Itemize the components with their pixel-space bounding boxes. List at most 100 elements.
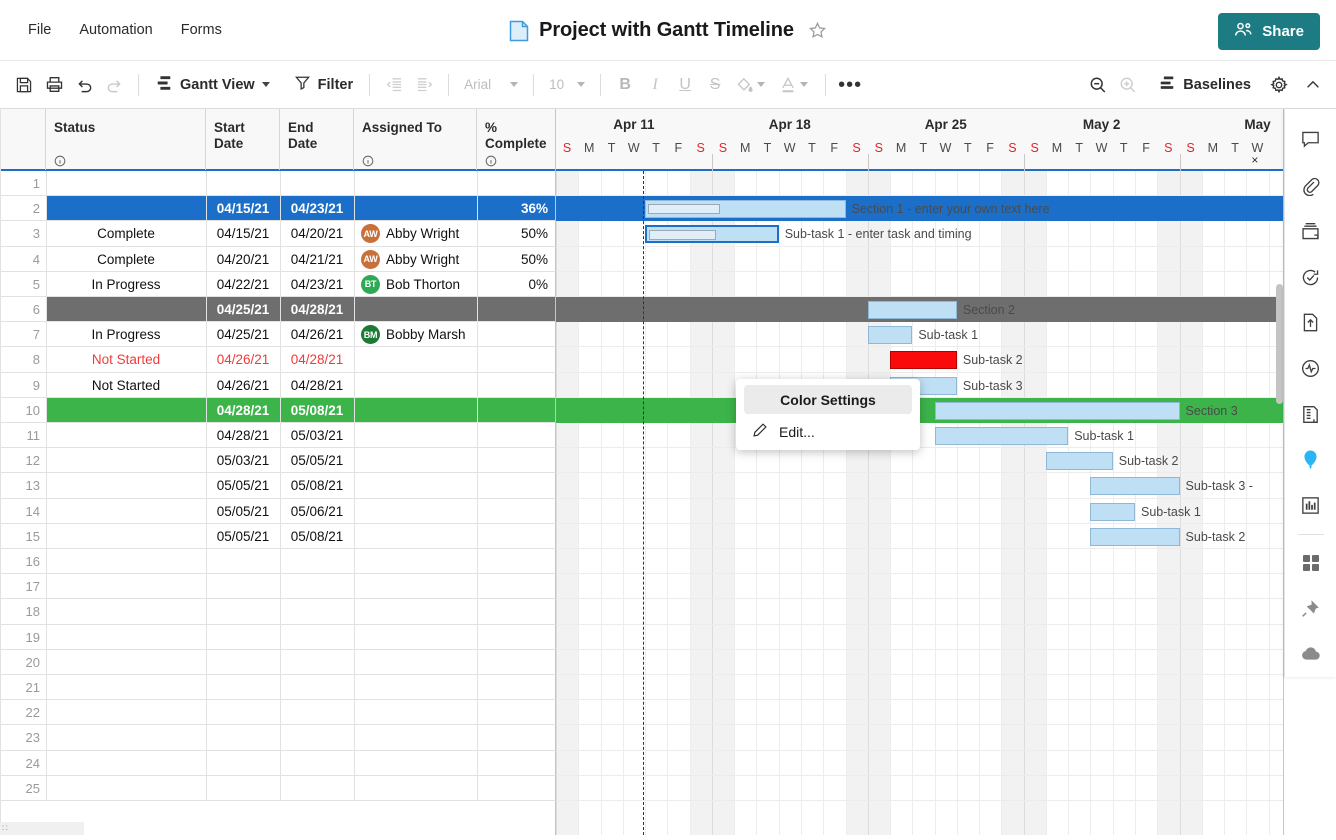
cell-start-date[interactable]: 04/28/21 — [206, 428, 280, 443]
row-number[interactable]: 3 — [0, 226, 46, 241]
update-requests-icon[interactable] — [1291, 258, 1331, 296]
cell-assigned-to[interactable]: BT Bob Thorton — [354, 274, 477, 294]
font-size-select[interactable]: 10 — [543, 77, 591, 92]
row-number[interactable]: 25 — [0, 781, 46, 796]
row-number[interactable]: 20 — [0, 655, 46, 670]
timeline-body[interactable]: Section 1 - enter your own text here Sub-… — [556, 171, 1284, 835]
cell-start-date[interactable]: 04/25/21 — [206, 327, 280, 342]
cell-start-date[interactable]: 05/03/21 — [206, 453, 280, 468]
row-number[interactable]: 9 — [0, 378, 46, 393]
cell-status[interactable]: Complete — [46, 252, 206, 267]
cell-start-date[interactable]: 04/25/21 — [206, 302, 280, 317]
gantt-task-bar[interactable] — [890, 351, 957, 370]
cell-start-date[interactable]: 05/05/21 — [206, 529, 280, 544]
cell-start-date[interactable]: 04/26/21 — [206, 378, 280, 393]
gear-icon[interactable] — [1264, 70, 1294, 100]
cell-status[interactable]: In Progress — [46, 327, 206, 342]
cell-end-date[interactable]: 04/21/21 — [280, 252, 354, 267]
grid-header-end-date[interactable]: End Date — [280, 109, 354, 170]
cell-end-date[interactable]: 04/23/21 — [280, 277, 354, 292]
gantt-task-bar[interactable] — [1090, 502, 1135, 521]
gantt-task-bar[interactable] — [934, 427, 1069, 445]
balloon-icon[interactable] — [1291, 441, 1331, 479]
row-number[interactable]: 14 — [0, 504, 46, 519]
cell-end-date[interactable]: 04/28/21 — [280, 378, 354, 393]
apps-icon[interactable] — [1291, 544, 1331, 582]
gantt-task-bar[interactable] — [1090, 477, 1180, 496]
row-number[interactable]: 5 — [0, 277, 46, 292]
color-settings-context-menu[interactable]: Color Settings Edit... — [736, 379, 920, 450]
cell-end-date[interactable]: 05/08/21 — [280, 529, 354, 544]
cell-start-date[interactable]: 04/15/21 — [206, 226, 280, 241]
row-number[interactable]: 24 — [0, 756, 46, 771]
cell-end-date[interactable]: 05/08/21 — [280, 478, 354, 493]
attachments-icon[interactable] — [1291, 167, 1331, 205]
grid-header-status[interactable]: Status — [46, 109, 206, 170]
gantt-section-bar[interactable] — [934, 401, 1180, 420]
menu-item-automation[interactable]: Automation — [65, 15, 166, 45]
row-number[interactable]: 17 — [0, 579, 46, 594]
cell-end-date[interactable]: 04/23/21 — [280, 201, 354, 216]
publish-icon[interactable] — [1291, 304, 1331, 342]
share-button[interactable]: Share — [1218, 13, 1320, 50]
cell-start-date[interactable]: 04/15/21 — [206, 201, 280, 216]
cell-end-date[interactable]: 04/20/21 — [280, 226, 354, 241]
gantt-task-bar[interactable] — [1090, 527, 1180, 546]
cell-assigned-to[interactable]: AW Abby Wright — [354, 249, 477, 269]
cell-status[interactable]: In Progress — [46, 277, 206, 292]
cell-end-date[interactable]: 05/06/21 — [280, 504, 354, 519]
gantt-task-bar[interactable] — [645, 225, 779, 244]
cell-end-date[interactable]: 05/05/21 — [280, 453, 354, 468]
gantt-timeline[interactable]: Apr 11 Apr 18 Apr 25 May 2 May SMTWTFSSMTWTF… — [556, 109, 1284, 835]
menu-item-forms[interactable]: Forms — [167, 15, 236, 45]
context-menu-item-edit[interactable]: Edit... — [736, 416, 920, 447]
chevron-up-icon[interactable] — [1298, 70, 1328, 100]
cell-pct-complete[interactable]: 50% — [477, 226, 555, 241]
cell-start-date[interactable]: 04/26/21 — [206, 352, 280, 367]
horizontal-scrollbar[interactable] — [0, 822, 84, 835]
cell-end-date[interactable]: 05/08/21 — [280, 403, 354, 418]
sheet-grid[interactable]: Status Start Date End Date Assigned To %… — [0, 109, 556, 835]
row-number[interactable]: 18 — [0, 604, 46, 619]
menu-item-file[interactable]: File — [14, 15, 65, 45]
comments-icon[interactable] — [1291, 121, 1331, 159]
row-number[interactable]: 22 — [0, 705, 46, 720]
cell-status[interactable]: Not Started — [46, 352, 206, 367]
resize-grip-icon[interactable]: ∷ — [2, 823, 8, 834]
font-family-select[interactable]: Arial — [458, 77, 524, 92]
row-number[interactable]: 6 — [0, 302, 46, 317]
row-number[interactable]: 19 — [0, 630, 46, 645]
gantt-section-bar[interactable] — [867, 301, 957, 319]
cell-assigned-to[interactable]: AW Abby Wright — [354, 224, 477, 244]
cell-end-date[interactable]: 05/03/21 — [280, 428, 354, 443]
cell-end-date[interactable]: 04/26/21 — [280, 327, 354, 342]
more-horizontal-icon[interactable]: ••• — [835, 70, 865, 100]
cell-status[interactable]: Not Started — [46, 378, 206, 393]
proofs-icon[interactable] — [1291, 213, 1331, 251]
close-icon[interactable]: × — [1251, 153, 1258, 167]
cell-start-date[interactable]: 04/22/21 — [206, 277, 280, 292]
cell-start-date[interactable]: 05/05/21 — [206, 478, 280, 493]
save-icon[interactable] — [9, 70, 39, 100]
activity-log-icon[interactable] — [1291, 350, 1331, 388]
row-number[interactable]: 16 — [0, 554, 46, 569]
baselines-button[interactable]: Baselines — [1151, 69, 1258, 101]
grid-header-start-date[interactable]: Start Date — [206, 109, 280, 170]
row-number[interactable]: 11 — [0, 428, 46, 443]
row-number[interactable]: 10 — [0, 403, 46, 418]
cell-start-date[interactable]: 05/05/21 — [206, 504, 280, 519]
row-number[interactable]: 21 — [0, 680, 46, 695]
cell-start-date[interactable]: 04/28/21 — [206, 403, 280, 418]
print-icon[interactable] — [39, 70, 69, 100]
row-number[interactable]: 4 — [0, 252, 46, 267]
row-number[interactable]: 13 — [0, 478, 46, 493]
gantt-task-bar[interactable] — [1045, 452, 1113, 471]
row-number[interactable]: 8 — [0, 352, 46, 367]
row-number[interactable]: 7 — [0, 327, 46, 342]
cell-pct-complete[interactable]: 36% — [477, 201, 555, 216]
row-number[interactable]: 1 — [0, 176, 46, 191]
cell-end-date[interactable]: 04/28/21 — [280, 352, 354, 367]
gantt-task-bar[interactable] — [867, 326, 913, 345]
cell-pct-complete[interactable]: 0% — [477, 277, 555, 292]
row-number[interactable]: 2 — [0, 201, 46, 216]
